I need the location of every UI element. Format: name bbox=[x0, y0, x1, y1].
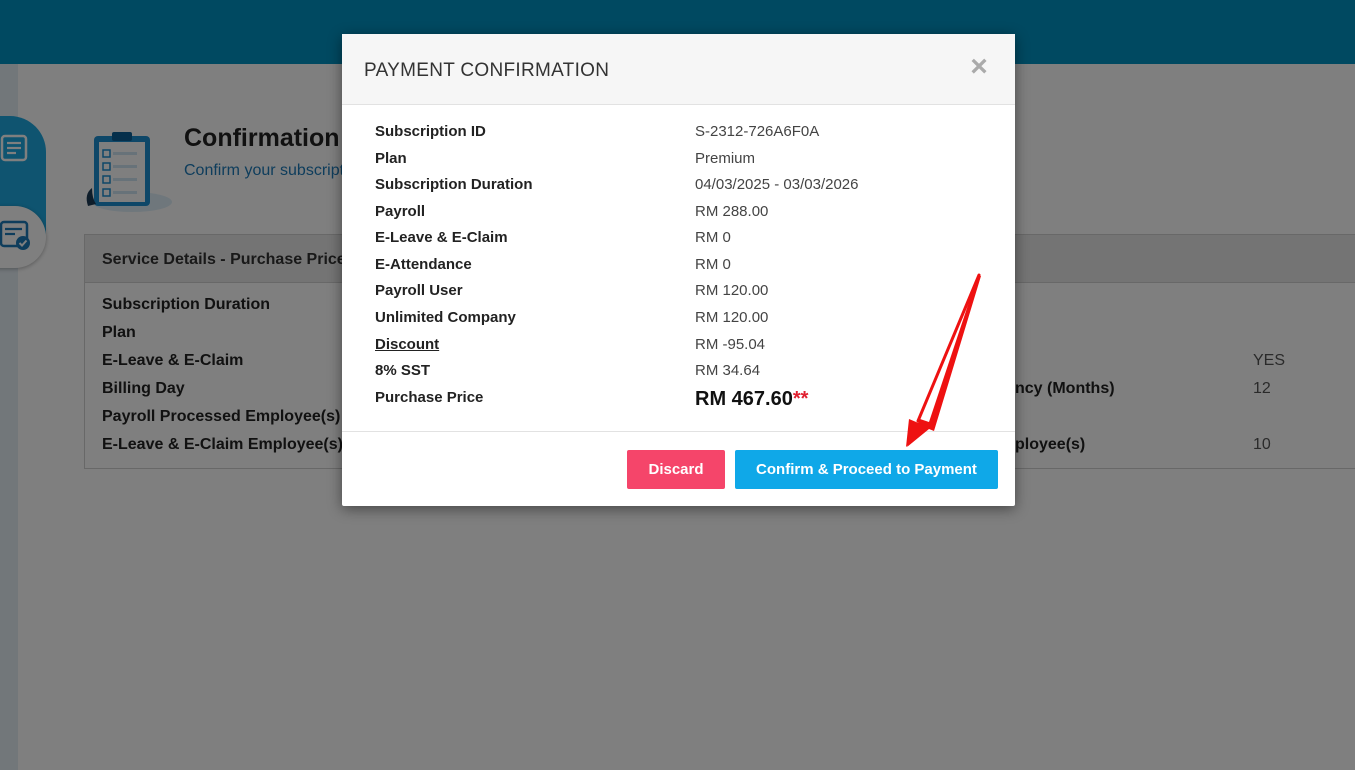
plan-value: Premium bbox=[695, 150, 756, 167]
eattendance-value: RM 0 bbox=[695, 256, 731, 273]
purchase-price-amount: RM 467.60 bbox=[695, 388, 793, 410]
payment-confirmation-modal: PAYMENT CONFIRMATION × Subscription ID S… bbox=[342, 34, 1015, 506]
subscription-duration-label: Subscription Duration bbox=[375, 176, 533, 193]
modal-header: PAYMENT CONFIRMATION × bbox=[342, 34, 1015, 105]
discard-button[interactable]: Discard bbox=[627, 450, 725, 489]
payroll-user-label: Payroll User bbox=[375, 282, 463, 299]
eleave-eclaim-label: E-Leave & E-Claim bbox=[375, 229, 508, 246]
subscription-duration-value: 04/03/2025 - 03/03/2026 bbox=[695, 176, 859, 193]
payroll-user-value: RM 120.00 bbox=[695, 282, 769, 299]
subscription-id-value: S-2312-726A6F0A bbox=[695, 123, 820, 140]
modal-footer: Discard Confirm & Proceed to Payment bbox=[342, 431, 1015, 506]
payroll-value: RM 288.00 bbox=[695, 203, 769, 220]
unlimited-company-label: Unlimited Company bbox=[375, 309, 516, 326]
close-icon[interactable]: × bbox=[966, 52, 992, 82]
eattendance-label: E-Attendance bbox=[375, 256, 472, 273]
payroll-label: Payroll bbox=[375, 203, 426, 220]
unlimited-company-value: RM 120.00 bbox=[695, 309, 769, 326]
purchase-price-label: Purchase Price bbox=[375, 389, 484, 406]
purchase-price-asterisk: ** bbox=[792, 388, 809, 410]
plan-label: Plan bbox=[375, 150, 407, 167]
subscription-id-label: Subscription ID bbox=[375, 123, 486, 140]
sst-value: RM 34.64 bbox=[695, 362, 761, 379]
confirm-proceed-payment-button[interactable]: Confirm & Proceed to Payment bbox=[735, 450, 998, 489]
sst-label: 8% SST bbox=[375, 362, 431, 379]
modal-title: PAYMENT CONFIRMATION bbox=[364, 60, 610, 81]
discount-link[interactable]: Discount bbox=[375, 336, 439, 353]
discount-value: RM -95.04 bbox=[695, 336, 766, 353]
purchase-price-value: RM 467.60** bbox=[695, 388, 808, 411]
eleave-eclaim-value: RM 0 bbox=[695, 229, 731, 246]
